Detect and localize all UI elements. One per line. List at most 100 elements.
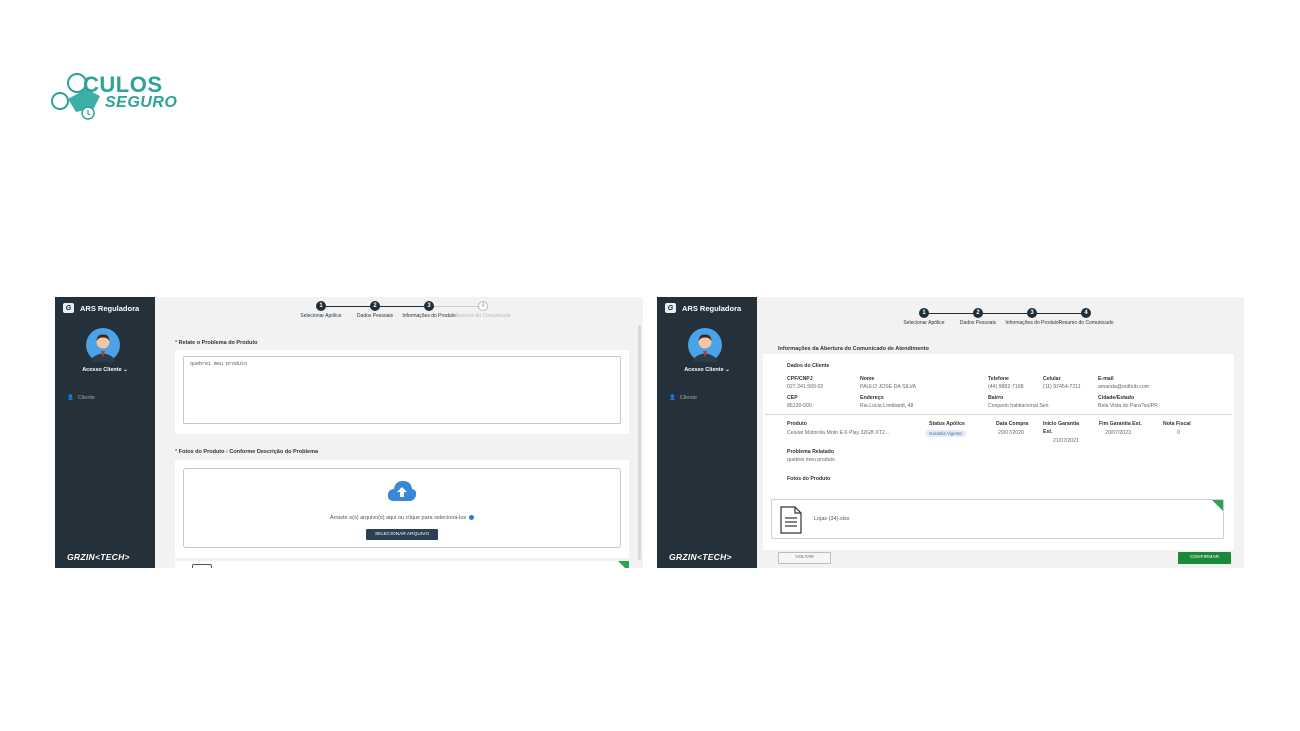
step-number: 3 xyxy=(424,301,434,311)
product-label: Produto xyxy=(787,421,807,427)
cep-value: 86130-000 xyxy=(787,403,812,409)
confirm-button[interactable]: CONFIRMAR xyxy=(1178,552,1231,564)
step-1[interactable]: 1 Selecionar Apólice xyxy=(894,308,954,326)
cpf-label: CPF/CNPJ xyxy=(787,376,813,382)
summary-card: Dados do Cliente CPF/CNPJ 027.241.509-02… xyxy=(763,354,1234,550)
step-2[interactable]: 2 Dados Pessoais xyxy=(948,308,1008,326)
invoice-label: Nota Fiscal xyxy=(1163,421,1191,427)
user-menu[interactable]: Acesso Cliente ⌄ xyxy=(657,367,757,373)
cloud-upload-icon xyxy=(387,481,417,501)
mobile-label: Celular xyxy=(1043,376,1061,382)
problem-label: Problema Relatado xyxy=(787,449,834,455)
step-label: Resumo do Comunicado xyxy=(1058,320,1114,326)
phone-label: Telefone xyxy=(988,376,1009,382)
user-menu[interactable]: Acesso Cliente ⌄ xyxy=(55,367,155,373)
sidebar-item-label: Cliente xyxy=(77,395,95,401)
email-value: amanda@outhub.com xyxy=(1098,384,1150,390)
cep-label: CEP xyxy=(787,395,798,401)
photos-card: Arraste o(s) arquivo(s) aqui ou clique p… xyxy=(175,460,629,558)
uploaded-file[interactable]: Lojas (34).xlsx xyxy=(771,499,1224,539)
status-badge: Garantia Vigente xyxy=(925,430,966,437)
scrollbar[interactable] xyxy=(638,325,641,560)
city-label: Cidade/Estado xyxy=(1098,395,1135,401)
step-number: 2 xyxy=(973,308,983,318)
sidebar: G ARS Reguladora Acesso Cliente ⌄ 👤 Clie… xyxy=(657,297,757,568)
corner-flag-icon xyxy=(618,561,629,568)
step-number: 1 xyxy=(316,301,326,311)
app-brand: G ARS Reguladora xyxy=(63,303,139,313)
end-value: 20/07/2023 xyxy=(1105,430,1131,436)
status-label: Status Apólice xyxy=(929,421,965,427)
step-number: 4 xyxy=(478,301,488,311)
sidebar-item-cliente[interactable]: 👤 Cliente xyxy=(669,395,697,401)
product-value: Celular Motorola Moto E-6 Play 32GB XT2.… xyxy=(787,430,890,436)
document-icon xyxy=(192,564,212,568)
sidebar-item-cliente[interactable]: 👤 Cliente xyxy=(67,395,95,401)
district-value: Conjunto habitacional Sen xyxy=(988,403,1049,409)
footer-logo: GRZIN<TECH> xyxy=(67,552,130,562)
step-1[interactable]: 1 Selecionar Apólice xyxy=(291,301,351,319)
file-preview-card xyxy=(175,561,629,568)
footer-logo: GRZIN<TECH> xyxy=(669,552,732,562)
file-name: Lojas (34).xlsx xyxy=(814,516,850,522)
step-2[interactable]: 2 Dados Pessoais xyxy=(345,301,405,319)
address-value: Ria Lucia Lombardi, 48 xyxy=(860,403,914,409)
app-logo-icon: G xyxy=(665,303,676,313)
start-value: 21/07/2021 xyxy=(1053,438,1079,444)
user-menu-label: Acesso Cliente xyxy=(82,367,122,373)
logo-text-bottom: SEGURO xyxy=(105,94,178,111)
sidebar-item-label: Cliente xyxy=(679,395,697,401)
info-icon xyxy=(469,515,475,521)
address-label: Endereço xyxy=(860,395,884,401)
end-label: Fim Garantia Est. xyxy=(1099,421,1142,427)
select-file-button[interactable]: SELECIONAR ARQUIVO xyxy=(366,529,438,540)
mobile-value: (11) 97454-7211 xyxy=(1043,384,1081,390)
step-label: Resumo do Comunicado xyxy=(455,313,511,319)
oculos-seguro-logo: CULOS SEGURO xyxy=(50,68,190,124)
app-name: ARS Reguladora xyxy=(682,303,742,313)
step-number: 4 xyxy=(1081,308,1091,318)
problem-textarea[interactable]: quebrei meu produto xyxy=(183,356,621,424)
chevron-down-icon: ⌄ xyxy=(725,367,730,373)
stepper: 1 Selecionar Apólice 2 Dados Pessoais 3 … xyxy=(757,308,1244,338)
district-label: Bairro xyxy=(988,395,1004,401)
photos-title: * Fotos do Produto - Conforme Descrição … xyxy=(175,449,319,455)
back-button[interactable]: VOLTAR xyxy=(778,552,831,564)
name-value: PAULO JOSÉ DA SILVA xyxy=(860,384,916,390)
cpf-value: 027.241.509-02 xyxy=(787,384,824,390)
problem-value: quebrei meu produto xyxy=(787,457,835,463)
app-brand: G ARS Reguladora xyxy=(665,303,741,313)
problem-title: * Relate o Problema do Produto xyxy=(175,340,258,346)
invoice-value: 0 xyxy=(1177,430,1180,436)
city-value: Bela Vista do Para?so/PR xyxy=(1098,403,1158,409)
step-label: Informações do Produto xyxy=(402,313,456,319)
step-label: Selecionar Apólice xyxy=(903,320,945,326)
step-number: 2 xyxy=(370,301,380,311)
screenshot-summary: G ARS Reguladora Acesso Cliente ⌄ 👤 Clie… xyxy=(657,297,1244,568)
stepper: 1 Selecionar Apólice 2 Dados Pessoais 3 … xyxy=(155,301,643,331)
section-title: Informações da Abertura do Comunicado de… xyxy=(778,346,929,352)
screenshot-product-info: G ARS Reguladora Acesso Cliente ⌄ 👤 Clie… xyxy=(55,297,643,568)
step-3[interactable]: 3 Informações do Produto xyxy=(1002,308,1062,326)
step-3[interactable]: 3 Informações do Produto xyxy=(399,301,459,319)
step-number: 3 xyxy=(1027,308,1037,318)
sidebar: G ARS Reguladora Acesso Cliente ⌄ 👤 Clie… xyxy=(55,297,155,568)
email-label: E-mail xyxy=(1098,376,1114,382)
app-name: ARS Reguladora xyxy=(80,303,140,313)
start-label: Inicio Garantia Est. xyxy=(1043,421,1080,435)
main-content: 1 Selecionar Apólice 2 Dados Pessoais 3 … xyxy=(155,297,643,568)
name-label: Nome xyxy=(860,376,875,382)
step-label: Dados Pessoais xyxy=(959,320,997,326)
avatar xyxy=(86,328,120,362)
purchase-value: 20/07/2020 xyxy=(998,430,1024,436)
avatar xyxy=(688,328,722,362)
user-icon: 👤 xyxy=(67,395,74,401)
step-4[interactable]: 4 Resumo do Comunicado xyxy=(453,301,513,319)
step-4[interactable]: 4 Resumo do Comunicado xyxy=(1056,308,1116,326)
user-icon: 👤 xyxy=(669,395,676,401)
step-label: Dados Pessoais xyxy=(356,313,394,319)
app-logo-icon: G xyxy=(63,303,74,313)
file-dropzone[interactable]: Arraste o(s) arquivo(s) aqui ou clique p… xyxy=(183,468,621,548)
client-title: Dados do Cliente xyxy=(787,363,830,369)
document-icon xyxy=(780,506,802,534)
